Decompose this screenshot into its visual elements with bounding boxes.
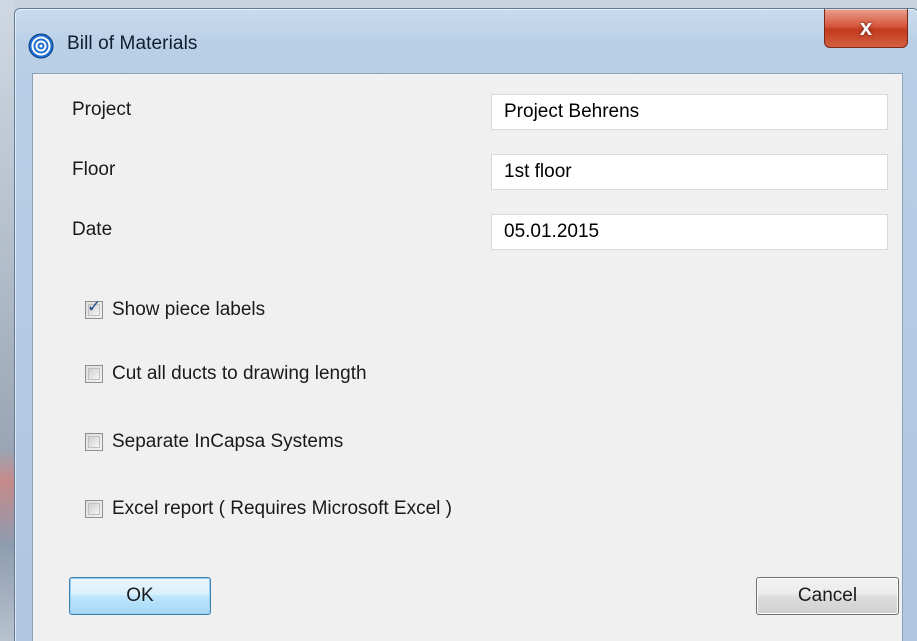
checkbox-inner (88, 436, 100, 448)
checkbox-label: Separate InCapsa Systems (112, 431, 344, 452)
title-bar[interactable]: Bill of Materials x (15, 9, 917, 73)
checkbox-box[interactable] (85, 500, 103, 518)
checkbox-box[interactable] (85, 433, 103, 451)
checkbox-inner (88, 368, 100, 380)
ok-button[interactable]: OK (69, 577, 211, 615)
floor-input[interactable] (491, 154, 888, 190)
checkmark-icon: ✓ (87, 297, 102, 317)
checkbox-label: Cut all ducts to drawing length (112, 363, 367, 384)
checkbox-label: Excel report ( Requires Microsoft Excel … (112, 498, 452, 519)
close-button[interactable]: x (824, 9, 908, 48)
checkbox-box[interactable] (85, 365, 103, 383)
checkbox-inner (88, 503, 100, 515)
cut-ducts-checkbox[interactable]: Cut all ducts to drawing length (85, 363, 367, 385)
background-window-edge (0, 0, 14, 641)
close-icon: x (859, 15, 873, 40)
checkbox-box[interactable]: ✓ (85, 297, 103, 319)
checkbox-label: Show piece labels (112, 299, 266, 320)
excel-report-checkbox[interactable]: Excel report ( Requires Microsoft Excel … (85, 498, 452, 520)
app-spiral-icon (28, 33, 54, 59)
window-title: Bill of Materials (67, 33, 198, 54)
dialog-body: Project Floor Date ✓ Show piece labels C… (32, 73, 903, 641)
project-input[interactable] (491, 94, 888, 130)
show-piece-labels-checkbox[interactable]: ✓ Show piece labels (85, 299, 265, 321)
bill-of-materials-dialog: Bill of Materials x Project Floor Date ✓… (14, 8, 917, 641)
cancel-button[interactable]: Cancel (756, 577, 899, 615)
separate-incapsa-checkbox[interactable]: Separate InCapsa Systems (85, 431, 343, 453)
floor-label: Floor (72, 159, 116, 180)
date-label: Date (72, 219, 113, 240)
project-label: Project (72, 99, 132, 120)
desktop-background: Bill of Materials x Project Floor Date ✓… (0, 0, 917, 641)
date-input[interactable] (491, 214, 888, 250)
